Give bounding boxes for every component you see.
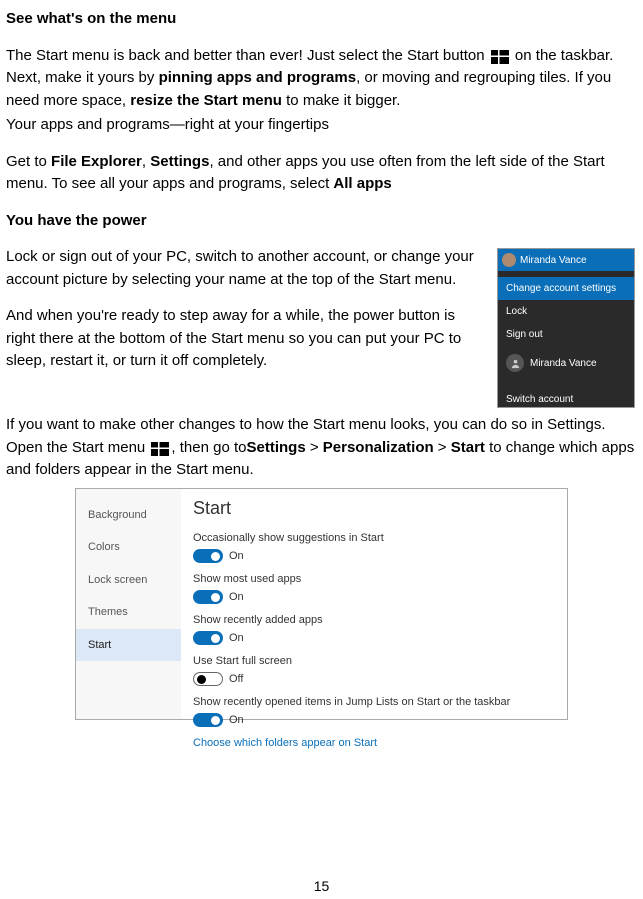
text: The Start menu is back and better than e… bbox=[6, 47, 489, 64]
link-pinning[interactable]: pinning apps and programs bbox=[159, 69, 357, 86]
opt-label: Show most used apps bbox=[193, 571, 555, 588]
nav-start[interactable]: Start bbox=[76, 629, 181, 662]
settings-screenshot: Background Colors Lock screen Themes Sta… bbox=[75, 488, 568, 720]
start-icon bbox=[151, 441, 169, 455]
heading-menu: See what's on the menu bbox=[6, 8, 637, 31]
settings-title: Start bbox=[193, 495, 555, 522]
opt-label: Show recently added apps bbox=[193, 612, 555, 629]
acct-sign-out[interactable]: Sign out bbox=[498, 323, 634, 346]
start-icon bbox=[491, 49, 509, 63]
account-menu-screenshot: Miranda Vance Change account settings Lo… bbox=[497, 248, 635, 408]
account-header: Miranda Vance bbox=[498, 249, 634, 271]
opt-most-used: Show most used apps On bbox=[193, 571, 555, 606]
term-all-apps: All apps bbox=[333, 175, 391, 192]
account-user-name: Miranda Vance bbox=[520, 253, 587, 268]
paragraph-6: If you want to make other changes to how… bbox=[6, 414, 637, 482]
nav-colors[interactable]: Colors bbox=[76, 531, 181, 564]
account-menu-list: Change account settings Lock Sign out Mi… bbox=[498, 271, 634, 417]
text: , then go to bbox=[171, 439, 246, 456]
bc-settings: Settings bbox=[246, 439, 305, 456]
opt-suggestions: Occasionally show suggestions in Start O… bbox=[193, 530, 555, 565]
toggle-icon[interactable] bbox=[193, 590, 223, 604]
toggle-icon[interactable] bbox=[193, 713, 223, 727]
text: to make it bigger. bbox=[282, 92, 400, 109]
heading-power: You have the power bbox=[6, 210, 637, 233]
opt-label: Use Start full screen bbox=[193, 653, 555, 670]
acct-lock[interactable]: Lock bbox=[498, 300, 634, 323]
opt-recently-added: Show recently added apps On bbox=[193, 612, 555, 647]
acct-switch[interactable]: Switch account bbox=[498, 388, 634, 411]
person-icon bbox=[506, 354, 524, 372]
toggle-state: On bbox=[229, 589, 244, 606]
text: , bbox=[142, 153, 150, 170]
opt-label: Show recently opened items in Jump Lists… bbox=[193, 694, 555, 711]
text: Get to bbox=[6, 153, 51, 170]
toggle-icon[interactable] bbox=[193, 631, 223, 645]
nav-themes[interactable]: Themes bbox=[76, 596, 181, 629]
settings-nav: Background Colors Lock screen Themes Sta… bbox=[76, 489, 181, 719]
toggle-state: Off bbox=[229, 671, 243, 688]
paragraph-2: Your apps and programs—right at your fin… bbox=[6, 114, 637, 137]
link-choose-folders[interactable]: Choose which folders appear on Start bbox=[193, 735, 555, 752]
bc-personalization: Personalization bbox=[323, 439, 434, 456]
page-number: 15 bbox=[0, 876, 643, 897]
nav-background[interactable]: Background bbox=[76, 499, 181, 532]
toggle-icon[interactable] bbox=[193, 672, 223, 686]
term-file-explorer: File Explorer bbox=[51, 153, 142, 170]
text: > bbox=[434, 439, 451, 456]
term-settings: Settings bbox=[150, 153, 209, 170]
opt-jump-lists: Show recently opened items in Jump Lists… bbox=[193, 694, 555, 729]
paragraph-1: The Start menu is back and better than e… bbox=[6, 45, 637, 113]
settings-main: Start Occasionally show suggestions in S… bbox=[181, 489, 567, 719]
bc-start: Start bbox=[451, 439, 485, 456]
toggle-icon[interactable] bbox=[193, 549, 223, 563]
acct-other-user[interactable]: Miranda Vance bbox=[498, 346, 634, 380]
toggle-state: On bbox=[229, 712, 244, 729]
opt-label: Occasionally show suggestions in Start bbox=[193, 530, 555, 547]
toggle-state: On bbox=[229, 630, 244, 647]
link-resize[interactable]: resize the Start menu bbox=[130, 92, 282, 109]
avatar-icon bbox=[502, 253, 516, 267]
text: > bbox=[306, 439, 323, 456]
acct-other-user-name: Miranda Vance bbox=[530, 356, 597, 371]
toggle-state: On bbox=[229, 548, 244, 565]
opt-full-screen: Use Start full screen Off bbox=[193, 653, 555, 688]
paragraph-3: Get to File Explorer, Settings, and othe… bbox=[6, 151, 637, 196]
acct-change-settings[interactable]: Change account settings bbox=[498, 277, 634, 300]
nav-lock-screen[interactable]: Lock screen bbox=[76, 564, 181, 597]
